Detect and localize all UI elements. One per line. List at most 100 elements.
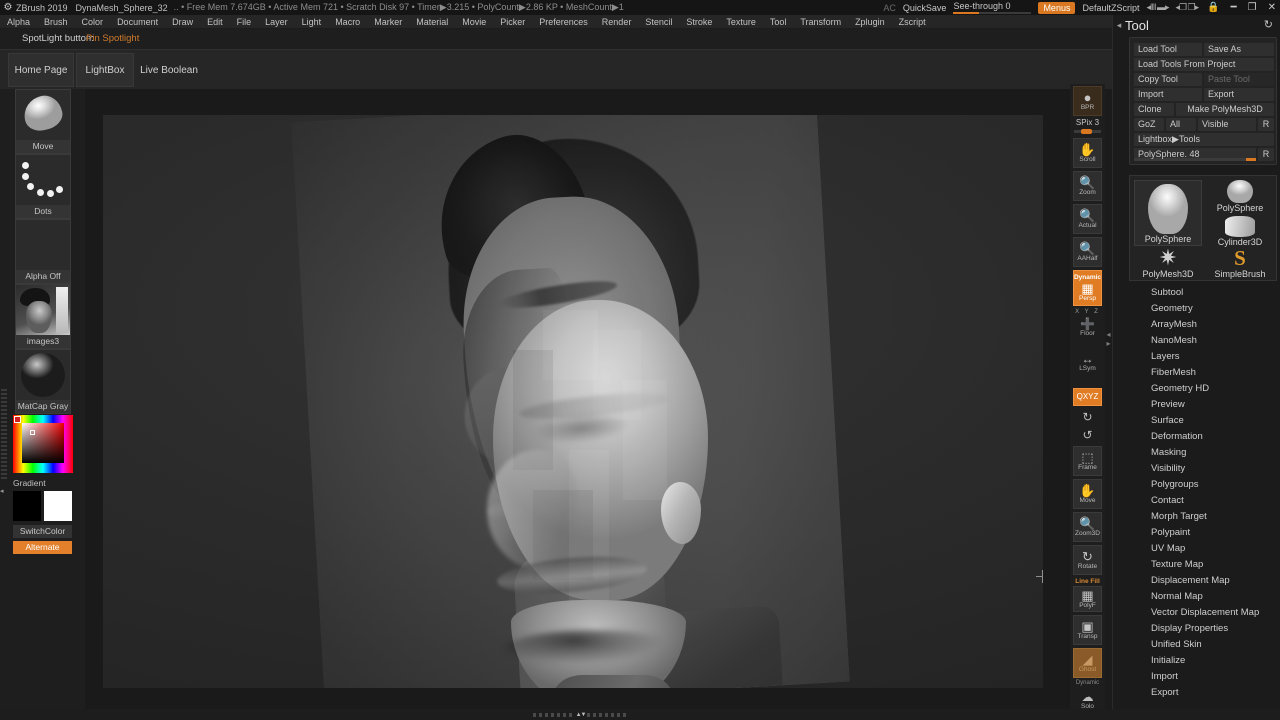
gradient-label[interactable]: Gradient bbox=[13, 477, 72, 489]
primary-color-swatch[interactable] bbox=[13, 491, 41, 521]
load-tool-button[interactable]: Load Tool bbox=[1134, 43, 1202, 56]
goz-visible-button[interactable]: Visible bbox=[1198, 118, 1256, 131]
ghost-button[interactable]: ◢ Ghost bbox=[1073, 648, 1102, 678]
submenu-initialize[interactable]: Initialize bbox=[1129, 653, 1279, 669]
zscript-nav-icons[interactable]: ◂‖‖ ▬▸ bbox=[1146, 2, 1169, 13]
submenu-surface[interactable]: Surface bbox=[1129, 413, 1279, 429]
menu-material[interactable]: Material bbox=[409, 15, 455, 29]
local-symmetry-button[interactable]: ↔ LSym bbox=[1073, 350, 1102, 376]
tool-cylinder3d[interactable]: Cylinder3D bbox=[1206, 216, 1274, 248]
zoom3d-button[interactable]: 🔍 Zoom3D bbox=[1073, 512, 1102, 542]
move-3d-button[interactable]: ✋ Move bbox=[1073, 479, 1102, 509]
menu-light[interactable]: Light bbox=[295, 15, 329, 29]
menu-edit[interactable]: Edit bbox=[200, 15, 230, 29]
menu-layer[interactable]: Layer bbox=[258, 15, 295, 29]
canvas-area[interactable] bbox=[85, 89, 1070, 709]
lightbox-tools-button[interactable]: Lightbox▶Tools bbox=[1134, 133, 1274, 146]
bpr-render-button[interactable]: ● BPR bbox=[1073, 86, 1102, 116]
menu-macro[interactable]: Macro bbox=[328, 15, 367, 29]
back-arrow-icon[interactable]: ◂ bbox=[1113, 20, 1125, 31]
document-canvas[interactable] bbox=[103, 115, 1043, 688]
secondary-color-swatch[interactable] bbox=[44, 491, 72, 521]
tool-simplebrush[interactable]: S SimpleBrush bbox=[1206, 247, 1274, 280]
see-through-slider[interactable]: See-through 0 bbox=[953, 0, 1032, 15]
lightbox-button[interactable]: LightBox bbox=[76, 53, 134, 87]
sculpt-mesh[interactable] bbox=[473, 300, 743, 688]
zscript-label[interactable]: DefaultZScript bbox=[1082, 3, 1139, 13]
aahalf-button[interactable]: 🔍 AAHalf bbox=[1073, 237, 1102, 267]
menu-color[interactable]: Color bbox=[75, 15, 111, 29]
submenu-polygroups[interactable]: Polygroups bbox=[1129, 477, 1279, 493]
live-boolean-button[interactable]: Live Boolean bbox=[136, 53, 202, 87]
rotate-3d-button[interactable]: ↻ Rotate bbox=[1073, 545, 1102, 575]
submenu-deformation[interactable]: Deformation bbox=[1129, 429, 1279, 445]
canvas-panel-divider[interactable]: ◂ ▸ bbox=[1105, 330, 1112, 380]
color-picker[interactable] bbox=[13, 415, 73, 473]
refresh-icon[interactable]: ↻ bbox=[1264, 18, 1273, 31]
close-icon[interactable]: ✕ bbox=[1266, 2, 1278, 13]
perspective-button[interactable]: Dynamic ▦ Persp bbox=[1073, 270, 1102, 306]
material-selector[interactable]: MatCap Gray bbox=[15, 349, 71, 414]
lock-icon[interactable]: 🔒 bbox=[1205, 2, 1221, 13]
submenu-morph-target[interactable]: Morph Target bbox=[1129, 509, 1279, 525]
submenu-subtool[interactable]: Subtool bbox=[1129, 285, 1279, 301]
color-picker-field[interactable] bbox=[22, 423, 64, 463]
submenu-polypaint[interactable]: Polypaint bbox=[1129, 525, 1279, 541]
scroll-button[interactable]: ✋ Scroll bbox=[1073, 138, 1102, 168]
submenu-geometry-hd[interactable]: Geometry HD bbox=[1129, 381, 1279, 397]
window-layout-icons[interactable]: ◂❐ ❐▸ bbox=[1175, 2, 1199, 13]
qxyz-button[interactable]: QXYZ bbox=[1073, 388, 1102, 406]
menu-zplugin[interactable]: Zplugin bbox=[848, 15, 892, 29]
switch-color-button[interactable]: SwitchColor bbox=[13, 525, 72, 538]
menu-preferences[interactable]: Preferences bbox=[532, 15, 595, 29]
submenu-display-properties[interactable]: Display Properties bbox=[1129, 621, 1279, 637]
axes-label[interactable]: X Y Z bbox=[1073, 309, 1102, 315]
home-page-button[interactable]: Home Page bbox=[8, 53, 74, 87]
import-button[interactable]: Import bbox=[1134, 88, 1202, 101]
tool-polymesh3d[interactable]: ✷ PolyMesh3D bbox=[1134, 247, 1202, 280]
submenu-normal-map[interactable]: Normal Map bbox=[1129, 589, 1279, 605]
actual-button[interactable]: 🔍 Actual bbox=[1073, 204, 1102, 234]
quicksave-button[interactable]: QuickSave bbox=[903, 3, 947, 13]
goz-all-button[interactable]: All bbox=[1166, 118, 1196, 131]
menu-tool[interactable]: Tool bbox=[763, 15, 794, 29]
see-through-track[interactable] bbox=[953, 12, 1032, 14]
menu-file[interactable]: File bbox=[230, 15, 259, 29]
paste-tool-button[interactable]: Paste Tool bbox=[1204, 73, 1274, 86]
left-palette-scrollbar[interactable] bbox=[1, 389, 7, 479]
menu-texture[interactable]: Texture bbox=[719, 15, 763, 29]
menus-button[interactable]: Menus bbox=[1038, 1, 1076, 14]
submenu-contact[interactable]: Contact bbox=[1129, 493, 1279, 509]
spix-label[interactable]: SPix 3 bbox=[1073, 118, 1102, 127]
copy-tool-button[interactable]: Copy Tool bbox=[1134, 73, 1202, 86]
left-palette-collapse-icon[interactable]: ◂ bbox=[0, 487, 4, 495]
menu-transform[interactable]: Transform bbox=[793, 15, 848, 29]
make-polymesh3d-button[interactable]: Make PolyMesh3D bbox=[1176, 103, 1274, 116]
menu-document[interactable]: Document bbox=[110, 15, 165, 29]
tool-polysphere-head[interactable]: PolySphere bbox=[1134, 180, 1202, 246]
zoom-button[interactable]: 🔍 Zoom bbox=[1073, 171, 1102, 201]
rotate-ccw-button[interactable]: ↺ bbox=[1073, 426, 1102, 444]
line-fill-label[interactable]: Line Fill bbox=[1073, 578, 1102, 585]
goz-button[interactable]: GoZ bbox=[1134, 118, 1164, 131]
polysphere-r-button[interactable]: R bbox=[1258, 148, 1274, 161]
submenu-unified-skin[interactable]: Unified Skin bbox=[1129, 637, 1279, 653]
restore-icon[interactable]: ❐ bbox=[1246, 2, 1259, 13]
alpha-selector[interactable]: Alpha Off bbox=[15, 219, 71, 284]
transparency-button[interactable]: ▣ Transp bbox=[1073, 615, 1102, 645]
menu-zscript[interactable]: Zscript bbox=[892, 15, 933, 29]
submenu-export[interactable]: Export bbox=[1129, 685, 1279, 701]
submenu-layers[interactable]: Layers bbox=[1129, 349, 1279, 365]
menu-stencil[interactable]: Stencil bbox=[638, 15, 679, 29]
submenu-geometry[interactable]: Geometry bbox=[1129, 301, 1279, 317]
save-as-button[interactable]: Save As bbox=[1204, 43, 1274, 56]
menu-stroke[interactable]: Stroke bbox=[679, 15, 719, 29]
alternate-button[interactable]: Alternate bbox=[13, 541, 72, 554]
tool-polysphere[interactable]: PolySphere bbox=[1206, 180, 1274, 214]
export-button[interactable]: Export bbox=[1204, 88, 1274, 101]
submenu-fibermesh[interactable]: FiberMesh bbox=[1129, 365, 1279, 381]
submenu-uv-map[interactable]: UV Map bbox=[1129, 541, 1279, 557]
menu-alpha[interactable]: Alpha bbox=[0, 15, 37, 29]
menu-render[interactable]: Render bbox=[595, 15, 639, 29]
texture-selector[interactable]: images3 bbox=[15, 284, 71, 349]
